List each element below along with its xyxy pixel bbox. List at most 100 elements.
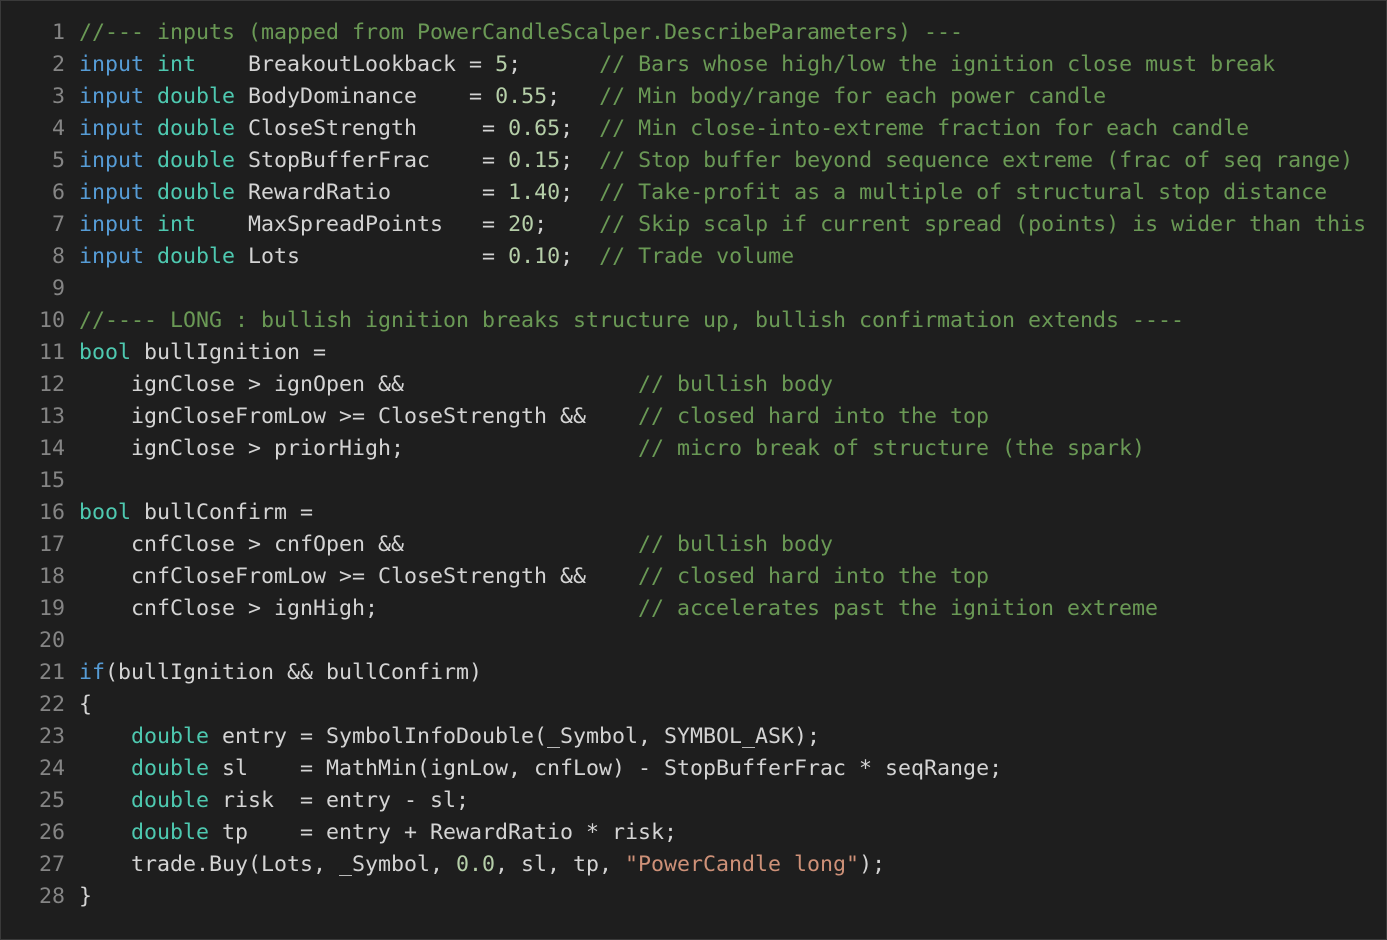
code-view[interactable]: 1 //--- inputs (mapped from PowerCandleSc… — [1, 17, 1366, 913]
line-content[interactable]: input double CloseStrength = 0.65; // Mi… — [65, 113, 1249, 145]
line-content[interactable]: { — [65, 689, 92, 721]
code-line[interactable]: 22 { — [1, 689, 1366, 721]
line-content[interactable]: trade.Buy(Lots, _Symbol, 0.0, sl, tp, "P… — [65, 849, 885, 881]
code-line[interactable]: 19 cnfClose > ignHigh; // accelerates pa… — [1, 593, 1366, 625]
line-content[interactable]: double risk = entry - sl; — [65, 785, 469, 817]
line-content[interactable]: input double BodyDominance = 0.55; // Mi… — [65, 81, 1106, 113]
line-content[interactable]: bool bullConfirm = — [65, 497, 313, 529]
code-line[interactable]: 15 — [1, 465, 1366, 497]
comment-token: // Min close-into-extreme fraction for e… — [599, 116, 1250, 141]
line-content[interactable]: ignClose > priorHigh; // micro break of … — [65, 433, 1145, 465]
line-number: 17 — [38, 532, 65, 557]
code-line[interactable]: 4 input double CloseStrength = 0.65; // M… — [1, 113, 1366, 145]
code-line[interactable]: 17 cnfClose > cnfOpen && // bullish body — [1, 529, 1366, 561]
number-token: 1.40 — [508, 180, 561, 205]
number-token: 0.65 — [508, 116, 561, 141]
code-token: risk = entry - sl; — [209, 788, 470, 813]
code-line[interactable]: 11 bool bullIgnition = — [1, 337, 1366, 369]
code-line[interactable]: 6 input double RewardRatio = 1.40; // Tak… — [1, 177, 1366, 209]
code-line[interactable]: 2 input int BreakoutLookback = 5; // Bars… — [1, 49, 1366, 81]
code-line[interactable]: 16 bool bullConfirm = — [1, 497, 1366, 529]
code-token: MaxSpreadPoints = — [196, 212, 509, 237]
code-line[interactable]: 25 double risk = entry - sl; — [1, 785, 1366, 817]
code-line[interactable]: 8 input double Lots = 0.10; // Trade volu… — [1, 241, 1366, 273]
code-token: cnfCloseFromLow >= CloseStrength && — [79, 564, 639, 589]
line-content[interactable]: input int BreakoutLookback = 5; // Bars … — [65, 49, 1275, 81]
line-number: 4 — [51, 116, 65, 141]
line-number: 28 — [38, 884, 65, 909]
code-token: cnfClose > cnfOpen && — [79, 532, 639, 557]
line-content[interactable]: input double StopBufferFrac = 0.15; // S… — [65, 145, 1353, 177]
line-content[interactable] — [65, 625, 79, 657]
code-line[interactable]: 9 — [1, 273, 1366, 305]
code-token: ; — [508, 52, 600, 77]
comment-token: // Trade volume — [599, 244, 795, 269]
code-line[interactable]: 27 trade.Buy(Lots, _Symbol, 0.0, sl, tp,… — [1, 849, 1366, 881]
code-line[interactable]: 7 input int MaxSpreadPoints = 20; // Skip… — [1, 209, 1366, 241]
code-line[interactable]: 12 ignClose > ignOpen && // bullish body — [1, 369, 1366, 401]
line-content[interactable] — [65, 465, 79, 497]
line-content[interactable]: double sl = MathMin(ignLow, cnfLow) - St… — [65, 753, 1002, 785]
code-line[interactable]: 3 input double BodyDominance = 0.55; // M… — [1, 81, 1366, 113]
code-line[interactable]: 20 — [1, 625, 1366, 657]
code-token: ignClose > ignOpen && — [79, 372, 639, 397]
comment-token: // micro break of structure (the spark) — [638, 436, 1146, 461]
code-token: sl = MathMin(ignLow, cnfLow) - StopBuffe… — [209, 756, 1003, 781]
code-line[interactable]: 13 ignCloseFromLow >= CloseStrength && /… — [1, 401, 1366, 433]
code-line[interactable]: 21 if(bullIgnition && bullConfirm) — [1, 657, 1366, 689]
line-content[interactable]: input int MaxSpreadPoints = 20; // Skip … — [65, 209, 1366, 241]
line-number: 13 — [38, 404, 65, 429]
line-number: 12 — [38, 372, 65, 397]
code-line[interactable]: 24 double sl = MathMin(ignLow, cnfLow) -… — [1, 753, 1366, 785]
keyword-token: input — [79, 148, 145, 173]
line-content[interactable]: } — [65, 881, 92, 913]
line-number: 10 — [38, 308, 65, 333]
line-content[interactable]: cnfClose > ignHigh; // accelerates past … — [65, 593, 1158, 625]
code-token: BreakoutLookback = — [196, 52, 496, 77]
code-editor[interactable]: 1 //--- inputs (mapped from PowerCandleSc… — [0, 0, 1387, 940]
line-content[interactable]: bool bullIgnition = — [65, 337, 326, 369]
type-token: int — [157, 212, 197, 237]
string-token: "PowerCandle long" — [625, 852, 860, 877]
line-content[interactable]: cnfCloseFromLow >= CloseStrength && // c… — [65, 561, 989, 593]
code-line[interactable]: 18 cnfCloseFromLow >= CloseStrength && /… — [1, 561, 1366, 593]
code-token: bullConfirm = — [131, 500, 314, 525]
code-token: ; — [560, 148, 600, 173]
line-content[interactable] — [65, 273, 79, 305]
line-content[interactable]: input double Lots = 0.10; // Trade volum… — [65, 241, 794, 273]
comment-token: // bullish body — [638, 532, 834, 557]
code-token: { — [79, 692, 93, 717]
code-line[interactable]: 28} — [1, 881, 1366, 913]
line-content[interactable]: double tp = entry + RewardRatio * risk; — [65, 817, 677, 849]
comment-token: // Skip scalp if current spread (points)… — [599, 212, 1367, 237]
line-content[interactable]: if(bullIgnition && bullConfirm) — [65, 657, 482, 689]
type-token: double — [157, 180, 236, 205]
line-content[interactable]: ignCloseFromLow >= CloseStrength && // c… — [65, 401, 989, 433]
keyword-token: input — [79, 180, 145, 205]
line-content[interactable]: input double RewardRatio = 1.40; // Take… — [65, 177, 1327, 209]
line-number: 18 — [38, 564, 65, 589]
code-token: cnfClose > ignHigh; — [79, 596, 639, 621]
keyword-token: input — [79, 52, 145, 77]
code-line[interactable]: 5 input double StopBufferFrac = 0.15; // … — [1, 145, 1366, 177]
code-token: bullIgnition = — [131, 340, 327, 365]
line-content[interactable]: //--- inputs (mapped from PowerCandleSca… — [65, 17, 963, 49]
comment-token: // closed hard into the top — [638, 564, 990, 589]
code-line[interactable]: 14 ignClose > priorHigh; // micro break … — [1, 433, 1366, 465]
comment-token: // accelerates past the ignition extreme — [638, 596, 1159, 621]
code-line[interactable]: 26 double tp = entry + RewardRatio * ris… — [1, 817, 1366, 849]
keyword-token: if — [79, 660, 106, 685]
line-content[interactable]: cnfClose > cnfOpen && // bullish body — [65, 529, 833, 561]
comment-token: // closed hard into the top — [638, 404, 990, 429]
type-token: double — [131, 788, 210, 813]
code-line[interactable]: 23 double entry = SymbolInfoDouble(_Symb… — [1, 721, 1366, 753]
type-token: bool — [79, 340, 132, 365]
code-line[interactable]: 10 //---- LONG : bullish ignition breaks … — [1, 305, 1366, 337]
line-content[interactable]: double entry = SymbolInfoDouble(_Symbol,… — [65, 721, 820, 753]
code-line[interactable]: 1 //--- inputs (mapped from PowerCandleSc… — [1, 17, 1366, 49]
code-token: entry = SymbolInfoDouble(_Symbol, SYMBOL… — [209, 724, 821, 749]
line-content[interactable]: //---- LONG : bullish ignition breaks st… — [65, 305, 1184, 337]
line-content[interactable]: ignClose > ignOpen && // bullish body — [65, 369, 833, 401]
